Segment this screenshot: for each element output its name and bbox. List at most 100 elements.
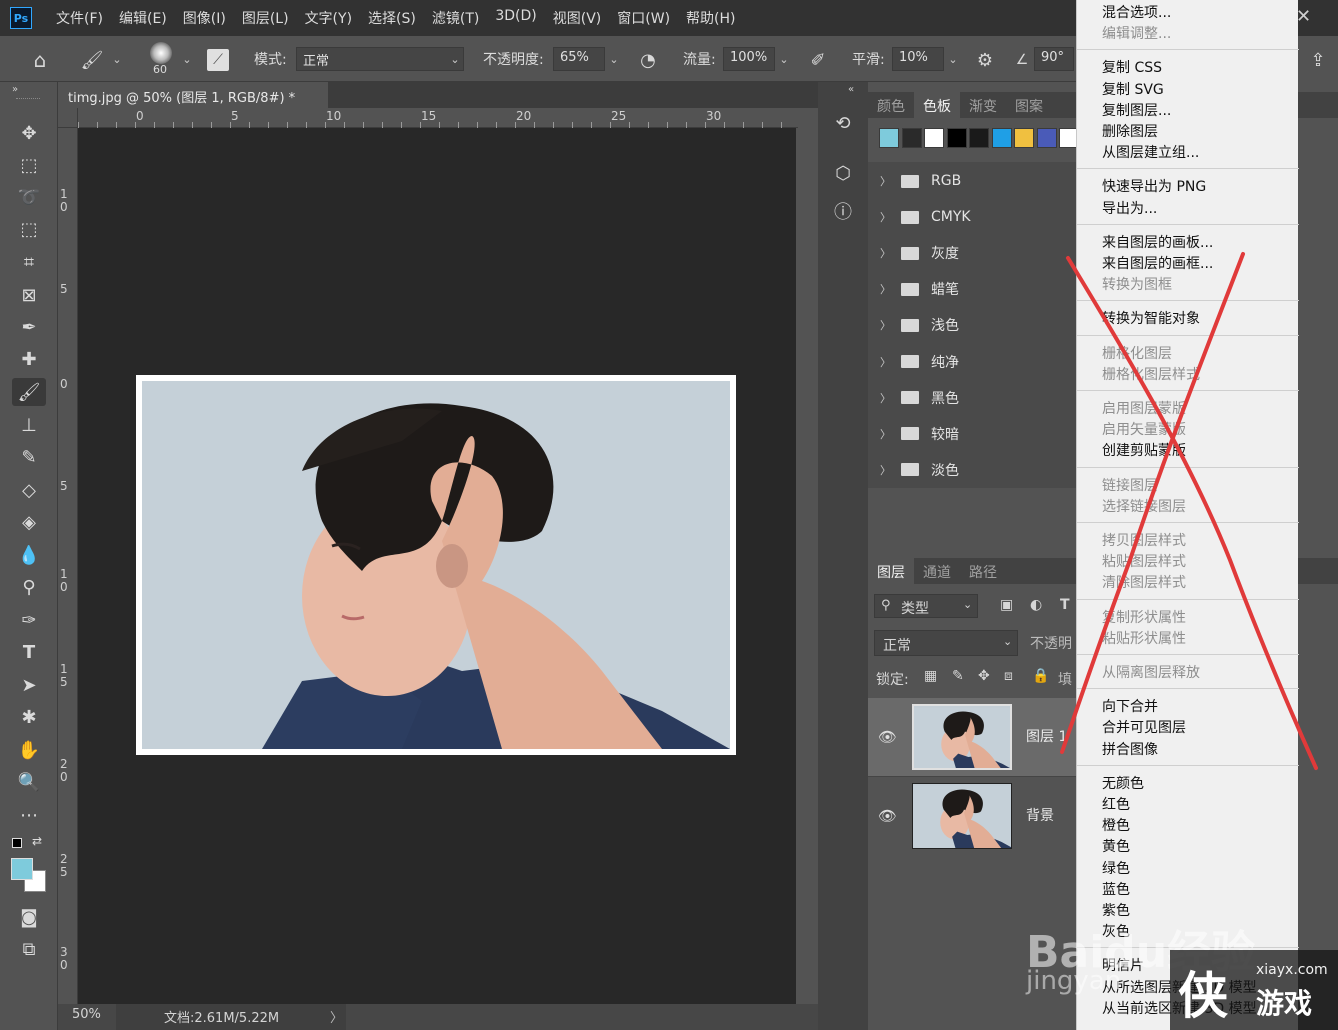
color-swatch[interactable] [946,128,967,148]
color-swatch[interactable] [901,128,922,148]
healing-brush-tool-icon[interactable]: ✚ [12,345,46,373]
context-menu-item[interactable]: 复制 SVG [1102,79,1164,99]
context-menu-item[interactable]: 来自图层的画框... [1102,253,1213,273]
brush-preset-icon[interactable]: 🖌 [80,48,104,72]
pen-tool-icon[interactable]: ✑ [12,606,46,634]
menu-item-4[interactable]: 文字(Y) [297,8,360,28]
quick-mask-icon[interactable]: ◙ [12,903,46,931]
swatch-group-row[interactable]: 〉 黑色 [868,380,1078,416]
screen-mode-icon[interactable]: ⧉ [12,935,46,963]
context-menu-item[interactable]: 转换为智能对象 [1102,308,1200,328]
brush-tool-icon[interactable]: 🖌 [12,378,46,406]
brush-size-preview[interactable] [150,42,172,64]
menu-item-9[interactable]: 窗口(W) [609,8,678,28]
tab-gradients[interactable]: 渐变 [960,92,1006,118]
tab-patterns[interactable]: 图案 [1006,92,1052,118]
swatch-group-row[interactable]: 〉 灰度 [868,235,1078,271]
frame-tool-icon[interactable]: ⊠ [12,281,46,309]
smooth-dropdown-icon[interactable]: ⌄ [944,47,962,71]
context-menu-item[interactable]: 导出为... [1102,198,1157,218]
tab-channels[interactable]: 通道 [914,558,960,584]
airbrush-icon[interactable]: ✐ [806,48,830,72]
swatch-group-row[interactable]: 〉 较暗 [868,416,1078,452]
chevron-right-icon[interactable]: 〉 [880,281,891,297]
layer-row-background[interactable]: 👁 背景 [868,776,1078,854]
close-window-icon[interactable]: ✕ [1296,6,1316,27]
layer-filter-select[interactable]: ⚲ 类型 ⌄ [874,594,978,618]
context-menu-item[interactable]: 快速导出为 PNG [1102,176,1206,196]
chevron-right-icon[interactable]: 〉 [880,390,891,406]
info-panel-icon[interactable]: ⓘ [830,198,856,224]
path-select-tool-icon[interactable]: ➤ [12,671,46,699]
color-swatch[interactable] [969,128,989,148]
3d-panel-icon[interactable]: ⬡ [830,160,856,186]
eraser-tool-icon[interactable]: ◇ [12,476,46,504]
menu-item-6[interactable]: 滤镜(T) [424,8,487,28]
chevron-right-icon[interactable]: 〉 [880,462,891,478]
shape-tool-icon[interactable]: ✱ [12,703,46,731]
crop-tool-icon[interactable]: ⌗ [12,248,46,276]
photo-canvas[interactable] [142,381,730,749]
swatch-group-row[interactable]: 〉 CMYK [868,199,1078,235]
lock-transparent-icon[interactable]: ▦ [924,668,937,684]
lasso-tool-icon[interactable]: ➰ [12,183,46,211]
zoom-tool-icon[interactable]: 🔍 [12,768,46,796]
swatch-group-row[interactable]: 〉 RGB [868,163,1078,199]
vertical-ruler[interactable]: 1 0 5 0 5 1 0 1 5 2 0 2 5 3 0 [58,128,78,1004]
color-swatch[interactable] [991,128,1012,148]
brush-preset-dropdown-icon[interactable]: ⌄ [108,47,126,71]
history-panel-icon[interactable]: ⟲ [830,110,856,136]
horizontal-ruler[interactable]: 0 5 10 15 20 25 30 [78,108,798,128]
settings-icon[interactable]: ⚙ [973,48,997,72]
object-select-tool-icon[interactable]: ⬚ [12,215,46,243]
filter-pixel-icon[interactable]: ▣ [1000,597,1013,613]
toolbar-grip[interactable] [16,98,40,101]
context-menu-item[interactable]: 向下合并 [1102,696,1158,716]
swatch-group-row[interactable]: 〉 纯净 [868,344,1078,380]
context-menu-item[interactable]: 黄色 [1102,836,1130,856]
context-menu-item[interactable]: 无颜色 [1102,773,1144,793]
context-menu-item[interactable]: 删除图层 [1102,121,1158,141]
flow-dropdown-icon[interactable]: ⌄ [775,47,793,71]
blur-tool-icon[interactable]: 💧 [12,541,46,569]
brush-size-dropdown-icon[interactable]: ⌄ [178,47,196,71]
menu-item-1[interactable]: 编辑(E) [111,8,175,28]
menu-item-0[interactable]: 文件(F) [48,8,111,28]
flow-input[interactable]: 100% [723,47,775,71]
strip-collapse-icon[interactable]: « [848,84,854,95]
swatch-group-row[interactable]: 〉 淡色 [868,452,1078,488]
brush-settings-icon[interactable]: ⟋ [207,49,229,71]
context-menu-item[interactable]: 复制图层... [1102,100,1171,120]
menu-item-7[interactable]: 3D(D) [487,8,544,28]
context-menu-item[interactable]: 蓝色 [1102,879,1130,899]
stamp-tool-icon[interactable]: ⊥ [12,411,46,439]
marquee-tool-icon[interactable]: ⬚ [12,151,46,179]
move-tool-icon[interactable]: ✥ [12,119,46,147]
menu-item-2[interactable]: 图像(I) [175,8,234,28]
opacity-dropdown-icon[interactable]: ⌄ [605,47,623,71]
tab-paths[interactable]: 路径 [960,558,1006,584]
chevron-right-icon[interactable]: 〉 [880,317,891,333]
context-menu-item[interactable]: 橙色 [1102,815,1130,835]
eye-icon[interactable]: 👁 [878,807,897,825]
color-swatch[interactable] [879,128,899,148]
context-menu-item[interactable]: 混合选项... [1102,2,1171,22]
color-swatch[interactable] [1014,128,1034,148]
lock-all-icon[interactable]: 🔒 [1032,668,1049,684]
eyedropper-tool-icon[interactable]: ✒ [12,313,46,341]
zoom-level[interactable]: 50% [72,1007,101,1022]
menu-item-3[interactable]: 图层(L) [234,8,297,28]
paint-bucket-tool-icon[interactable]: ◈ [12,508,46,536]
mode-select[interactable]: 正常 [296,47,464,71]
pressure-opacity-icon[interactable]: ◔ [636,48,660,72]
chevron-right-icon[interactable]: 〉 [880,209,891,225]
menu-item-10[interactable]: 帮助(H) [678,8,743,28]
color-swatch[interactable] [1036,128,1057,148]
menu-item-5[interactable]: 选择(S) [360,8,424,28]
foreground-color-swatch[interactable] [11,858,33,880]
lock-artboard-icon[interactable]: ⧈ [1004,668,1013,684]
chevron-right-icon[interactable]: 〉 [880,426,891,442]
hand-tool-icon[interactable]: ✋ [12,736,46,764]
history-brush-tool-icon[interactable]: ✎ [12,443,46,471]
context-menu-item[interactable]: 红色 [1102,794,1130,814]
